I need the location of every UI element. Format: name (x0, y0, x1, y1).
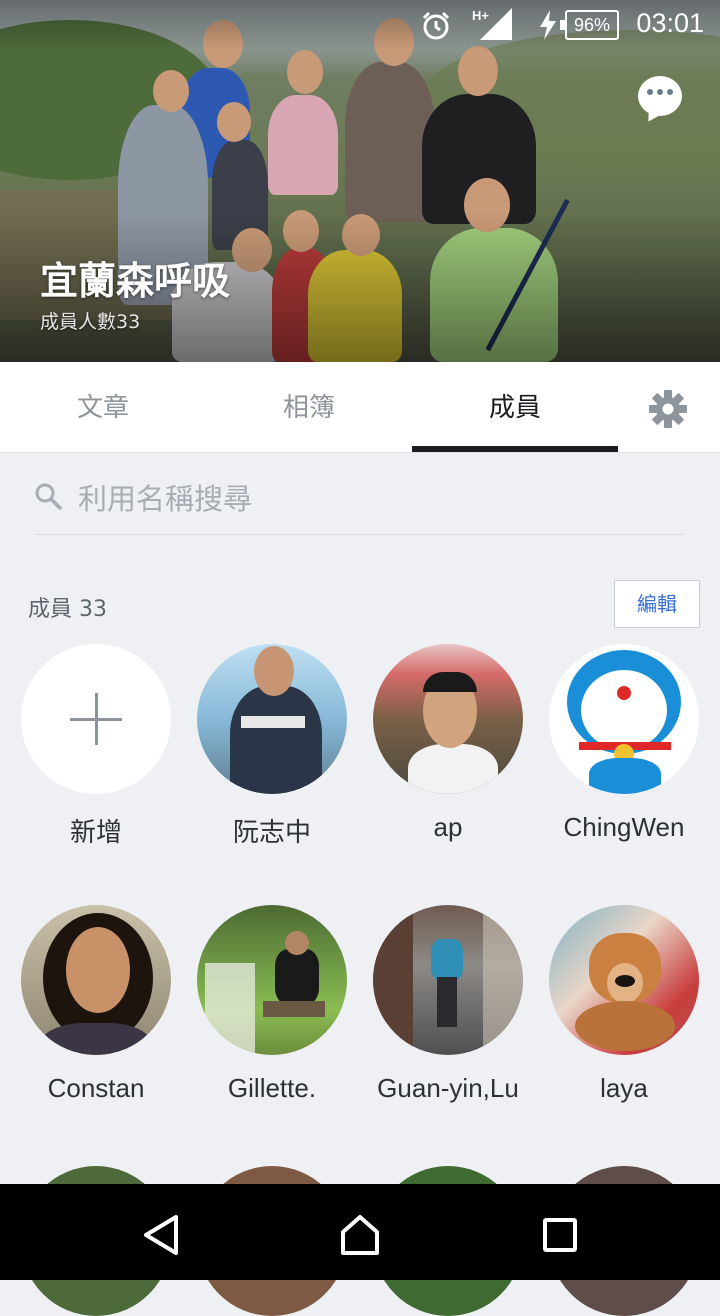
member-avatar (197, 905, 347, 1055)
charging-icon (540, 10, 556, 40)
member-card[interactable]: ChingWen (536, 644, 712, 843)
tab-posts[interactable]: 文章 (0, 362, 206, 452)
member-avatar (373, 905, 523, 1055)
plus-icon (95, 693, 98, 745)
add-member-button[interactable]: 新增 (8, 644, 184, 849)
member-name: Guan-yin,Lu (377, 1073, 519, 1103)
photo-person (287, 50, 323, 94)
status-time: 03:01 (636, 8, 704, 38)
member-name: laya (600, 1073, 648, 1103)
member-card[interactable]: 阮志中 (184, 644, 360, 849)
member-avatar (21, 905, 171, 1055)
recent-apps-icon[interactable] (542, 1217, 578, 1253)
tab-albums[interactable]: 相簿 (206, 362, 412, 452)
search-input[interactable] (76, 474, 660, 524)
alarm-icon (422, 11, 450, 40)
member-name: 阮志中 (232, 818, 311, 848)
member-avatar (197, 644, 347, 794)
photo-person (458, 46, 498, 96)
svg-text:H+: H+ (472, 8, 489, 23)
member-avatar (549, 644, 699, 794)
photo-person (153, 70, 189, 112)
chat-bubble-icon (647, 89, 673, 97)
member-avatar (373, 644, 523, 794)
member-name: 新增 (69, 818, 122, 848)
members-section-label: 成員 33 (28, 597, 107, 622)
home-icon[interactable] (339, 1214, 381, 1256)
member-card[interactable]: Guan-yin,Lu (360, 905, 536, 1104)
member-name: ap (433, 812, 463, 842)
settings-gear-icon[interactable] (648, 389, 688, 429)
tab-members[interactable]: 成員 (412, 362, 618, 452)
group-title: 宜蘭森呼吸 (40, 259, 231, 303)
group-member-count: 成員人數33 (40, 311, 141, 333)
member-name: ChingWen (563, 812, 685, 842)
active-tab-indicator (412, 446, 618, 452)
search-icon (35, 483, 62, 510)
member-card[interactable]: laya (536, 905, 712, 1104)
signal-icon: H+ (472, 8, 512, 40)
back-icon[interactable] (142, 1214, 180, 1256)
member-search-bar (34, 470, 684, 535)
member-card[interactable]: Constan (8, 905, 184, 1104)
system-navigation-bar (0, 1184, 720, 1280)
add-member-avatar (21, 644, 171, 794)
member-name: Constan (47, 1073, 145, 1103)
photo-person (217, 102, 251, 142)
member-card[interactable]: ap (360, 644, 536, 843)
tab-bar: 文章 相簿 成員 (0, 362, 720, 453)
photo-person (268, 95, 338, 195)
battery-indicator: 96% (560, 10, 619, 40)
member-card[interactable]: Gillette. (184, 905, 360, 1104)
member-name: Gillette. (227, 1073, 317, 1103)
edit-members-button[interactable]: 編輯 (614, 580, 700, 628)
chat-button[interactable] (638, 76, 682, 116)
member-avatar (549, 905, 699, 1055)
